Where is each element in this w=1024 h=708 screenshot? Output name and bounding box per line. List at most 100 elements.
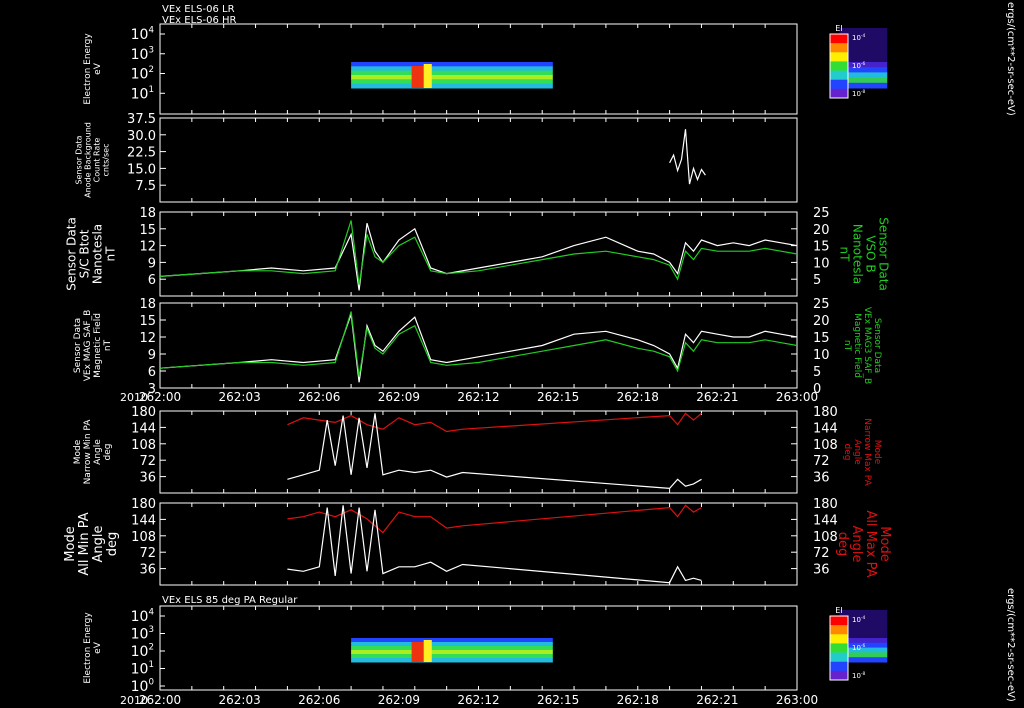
panel-ylabel-right: Angle bbox=[849, 526, 864, 563]
spectrogram-band bbox=[351, 646, 553, 651]
y-tick-label: 102 bbox=[131, 643, 154, 660]
panel-title: VEx ELS 85 deg PA Regular bbox=[162, 595, 298, 606]
colorbar-segment bbox=[830, 616, 848, 626]
y-tick-label-right: 36 bbox=[813, 471, 830, 486]
series-line bbox=[287, 413, 702, 490]
colorbar-units-label: ergs/(cm**2-sr-sec-eV) bbox=[1005, 588, 1016, 702]
y-tick-label-right: 144 bbox=[813, 421, 838, 436]
colorbar-segment bbox=[830, 43, 848, 53]
spectrogram-hot bbox=[423, 64, 432, 88]
panel-ylabel: Count Rate bbox=[93, 138, 102, 183]
colorbar-segment bbox=[830, 634, 848, 644]
series-line bbox=[669, 129, 706, 185]
y-tick-label: 101 bbox=[131, 660, 154, 677]
panel-ylabel-right: deg bbox=[842, 444, 852, 461]
spectrogram-band bbox=[351, 638, 553, 643]
spectrogram-band bbox=[351, 79, 553, 85]
header-line: VEx ELS-06 LR bbox=[162, 4, 235, 15]
y-tick-label-right: 180 bbox=[813, 497, 838, 512]
y-tick-label: 9 bbox=[148, 256, 156, 271]
panel-ylabel-right: Mode bbox=[872, 440, 882, 465]
panel-ylabel: deg bbox=[103, 444, 113, 461]
panel-ylabel: S/C Btot bbox=[78, 229, 92, 278]
spectrogram-band bbox=[351, 75, 553, 80]
colorbar-title: EI bbox=[835, 606, 842, 615]
time-tick-label: 262:12 bbox=[457, 693, 499, 707]
colorbar-tick-label: 10-8 bbox=[852, 89, 865, 98]
panel-ylabel-right: Mode bbox=[877, 526, 892, 561]
y-tick-label: 36 bbox=[139, 563, 156, 578]
colorbar-segment bbox=[830, 661, 848, 672]
spectrogram-band bbox=[351, 650, 553, 655]
series-line bbox=[159, 311, 798, 377]
time-tick-label: 262:18 bbox=[617, 390, 659, 404]
panel-frame bbox=[159, 117, 798, 203]
panel-ylabel: Nanotesla bbox=[91, 224, 105, 284]
y-tick-label-right: 15 bbox=[813, 331, 830, 346]
y-tick-label: 180 bbox=[131, 497, 156, 512]
time-tick-label: 262:12 bbox=[457, 390, 499, 404]
y-tick-label: 104 bbox=[131, 608, 155, 625]
y-tick-label: 108 bbox=[131, 438, 156, 453]
panel-frame bbox=[159, 302, 798, 389]
spectrogram-band bbox=[351, 66, 553, 72]
panel-ylabel-right: nT bbox=[838, 247, 852, 263]
spectrogram-band bbox=[351, 62, 553, 67]
y-tick-label: 7.5 bbox=[135, 179, 156, 194]
panel-ylabel: Angle bbox=[91, 526, 106, 563]
panel-ylabel-right: Sensor Data bbox=[877, 217, 891, 291]
colorbar-segment bbox=[830, 34, 848, 44]
spectrogram-band bbox=[351, 642, 553, 647]
series-line bbox=[159, 314, 798, 383]
spectrogram-band bbox=[351, 70, 553, 76]
panel-ylabel-right: VSO B bbox=[864, 235, 878, 272]
panel-ylabel: Anode Background bbox=[84, 122, 93, 198]
y-tick-label: 103 bbox=[131, 625, 154, 642]
y-tick-label: 144 bbox=[131, 513, 156, 528]
series-line bbox=[287, 505, 702, 584]
y-tick-label-right: 25 bbox=[813, 297, 830, 312]
colorbar-segment bbox=[830, 70, 848, 81]
panel-ylabel: Narrow Min PA bbox=[83, 419, 93, 485]
series-line bbox=[159, 223, 798, 291]
y-tick-label-right: 36 bbox=[813, 563, 830, 578]
time-tick-label: 262:03 bbox=[219, 693, 261, 707]
multi-panel-plot: VEx ELS-06 LRVEx ELS-06 HR ergs/(cm**2-sr… bbox=[63, 2, 1016, 707]
time-tick-label: 262:09 bbox=[378, 693, 420, 707]
time-tick-label: 262:00 bbox=[139, 693, 181, 707]
y-tick-label: 37.5 bbox=[127, 112, 156, 127]
y-tick-label: 102 bbox=[131, 65, 154, 82]
panel-ylabel: deg bbox=[105, 532, 120, 557]
y-tick-label-right: 10 bbox=[813, 256, 830, 271]
panel-ylabel-right: Magnetic Field bbox=[852, 313, 862, 378]
colorbar-title: EI bbox=[835, 24, 842, 33]
panel-ylabel: Electron Energy bbox=[83, 33, 93, 105]
colorbar-segment bbox=[830, 79, 848, 90]
y-tick-label: 72 bbox=[139, 546, 156, 561]
panel-ylabel: Mode bbox=[73, 439, 83, 464]
y-tick-label-right: 15 bbox=[813, 240, 830, 255]
panel-ylabel: All Min PA bbox=[77, 512, 92, 575]
y-tick-label: 18 bbox=[139, 206, 156, 221]
colorbar-tick-label: 10-8 bbox=[852, 671, 865, 680]
y-tick-label: 9 bbox=[148, 348, 156, 363]
spectrogram-band bbox=[351, 654, 553, 659]
time-tick-label: 262:09 bbox=[378, 390, 420, 404]
panel-frame bbox=[159, 211, 798, 297]
y-tick-label: 103 bbox=[131, 45, 154, 62]
colorbar-units-label: ergs/(cm**2-sr-sec-eV) bbox=[1005, 2, 1016, 116]
time-tick-label: 263:00 bbox=[776, 693, 818, 707]
panel-ylabel: Sensor Data bbox=[75, 135, 84, 184]
panel-ylabel: cnts/sec bbox=[102, 144, 111, 177]
panel-ylabel-right: Narrow Max PA bbox=[862, 418, 872, 486]
series-line bbox=[159, 220, 798, 285]
time-tick-label: 263:00 bbox=[776, 390, 818, 404]
panel-ylabel: Angle bbox=[93, 439, 103, 465]
colorbar-segment bbox=[830, 61, 848, 72]
y-tick-label-right: 108 bbox=[813, 530, 838, 545]
panel-ylabel-right: nT bbox=[842, 340, 852, 352]
y-tick-label-right: 20 bbox=[813, 223, 830, 238]
y-tick-label: 15 bbox=[139, 223, 156, 238]
colorbar-segment bbox=[830, 52, 848, 62]
panel-ylabel: Magnetic Field bbox=[93, 313, 103, 378]
